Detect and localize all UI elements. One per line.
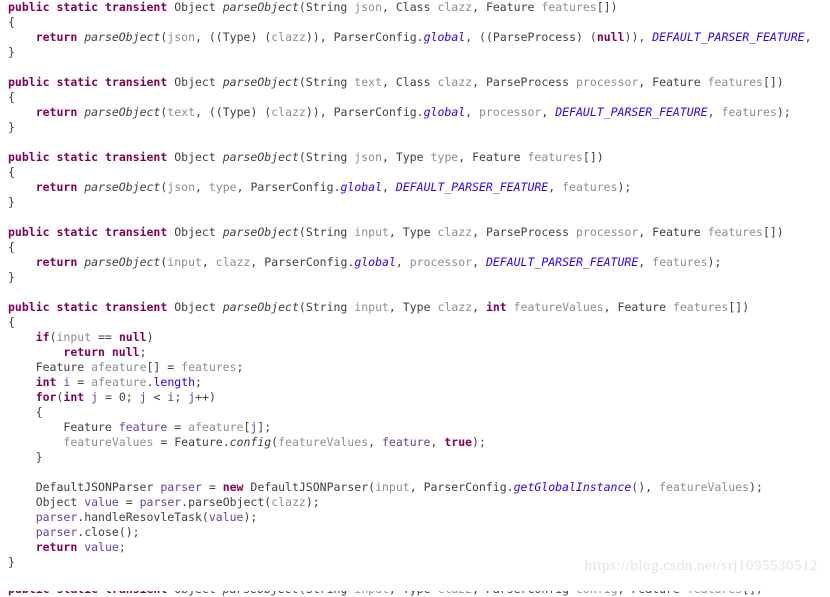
code-line: Feature feature = afeature[j]; — [63, 420, 272, 434]
code-line: DefaultJSONParser parser = new DefaultJS… — [35, 480, 763, 494]
code-line: { — [8, 315, 15, 329]
code-line: return parseObject(text, ((Type) (clazz)… — [35, 105, 791, 119]
code-line: } — [35, 450, 43, 464]
code-line: } — [8, 555, 15, 569]
code-line: return parseObject(json, type, ParserCon… — [35, 180, 632, 194]
code-line: { — [8, 240, 15, 254]
code-line: public static transient Object parseObje… — [8, 150, 604, 164]
code-line: return parseObject(input, clazz, ParserC… — [35, 255, 722, 269]
code-line: { — [8, 165, 15, 179]
code-line: if(input == null) — [35, 330, 154, 344]
code-viewer[interactable]: public static transient Object parseObje… — [0, 0, 830, 597]
code-line: } — [8, 120, 15, 134]
code-line: Feature afeature[] = features; — [35, 360, 244, 374]
code-line: int i = afeature.length; — [35, 375, 202, 389]
clipped-code-line-container: public static transient Object parseObje… — [0, 591, 830, 597]
code-line: public static transient Object parseObje… — [8, 225, 784, 239]
code-line: return parseObject(json, ((Type) (clazz)… — [35, 30, 812, 44]
code-line: { — [8, 90, 15, 104]
code-line: public static transient Object parseObje… — [8, 0, 618, 14]
code-line: parser.handleResovleTask(value); — [35, 510, 258, 524]
code-line: { — [8, 15, 15, 29]
code-line: Object value = parser.parseObject(clazz)… — [35, 495, 320, 509]
code-line: for(int j = 0; j < i; j++) — [35, 390, 216, 404]
code-line: public static transient Object parseObje… — [8, 300, 750, 314]
source-code-block: public static transient Object parseObje… — [0, 0, 830, 585]
code-line: return null; — [63, 345, 147, 359]
code-line: } — [8, 45, 15, 59]
code-line-clipped: public static transient Object parseObje… — [0, 591, 763, 597]
code-line: featureValues = Feature.config(featureVa… — [63, 435, 486, 449]
code-line: public static transient Object parseObje… — [8, 75, 784, 89]
code-line: } — [8, 195, 15, 209]
code-line: return value; — [35, 540, 126, 554]
code-line: parser.close(); — [35, 525, 140, 539]
code-line: { — [35, 405, 43, 419]
code-line: } — [8, 270, 15, 284]
